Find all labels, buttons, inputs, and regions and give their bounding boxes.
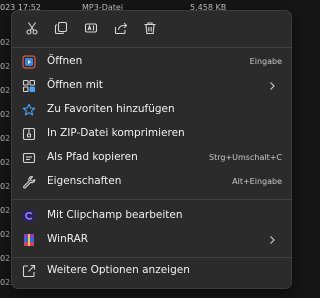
copy-button[interactable]: [49, 19, 73, 39]
menu-item-label: Zu Favoriten hinzufügen: [47, 103, 175, 115]
clipchamp-icon: [22, 209, 36, 223]
trash-icon: [143, 20, 157, 39]
menu-item-shortcut: Alt+Eingabe: [232, 177, 282, 186]
menu-item-label: Eigenschaften: [47, 175, 122, 187]
menu-item-label: Weitere Optionen anzeigen: [47, 264, 190, 276]
rename-icon: [84, 20, 98, 39]
menu-item-compress-zip[interactable]: In ZIP-Datei komprimieren: [12, 122, 291, 146]
menu-item-shortcut: Eingabe: [249, 57, 282, 66]
menu-item-label: Mit Clipchamp bearbeiten: [47, 209, 183, 221]
zip-folder-icon: [22, 127, 36, 141]
menu-item-label: In ZIP-Datei komprimieren: [47, 127, 185, 139]
menu-item-add-favorites[interactable]: Zu Favoriten hinzufügen: [12, 98, 291, 122]
chevron-right-icon: [267, 235, 277, 245]
menu-item-shortcut: Strg+Umschalt+C: [209, 153, 282, 162]
menu-item-label: WinRAR: [47, 233, 89, 245]
menu-item-label: Öffnen mit: [47, 79, 103, 91]
external-window-icon: [22, 264, 36, 278]
wrench-icon: [22, 175, 36, 189]
menu-item-properties[interactable]: Eigenschaften Alt+Eingabe: [12, 170, 291, 194]
rename-button[interactable]: [79, 19, 103, 39]
scissors-icon: [25, 20, 39, 39]
menu-item-more-options[interactable]: Weitere Optionen anzeigen: [12, 259, 291, 283]
open-with-icon: [22, 79, 36, 93]
menu-divider: [12, 257, 291, 258]
toolbar-divider: [12, 47, 291, 48]
menu-item-open[interactable]: Öffnen Eingabe: [12, 50, 291, 74]
menu-item-winrar[interactable]: WinRAR: [12, 228, 291, 252]
cut-button[interactable]: [20, 19, 44, 39]
menu-item-label: Als Pfad kopieren: [47, 151, 138, 163]
open-app-icon: [22, 55, 36, 69]
context-menu: Öffnen Eingabe Öffnen mit Zu Favoriten h…: [11, 10, 292, 289]
delete-button[interactable]: [138, 19, 162, 39]
winrar-icon: [22, 233, 36, 247]
copy-path-icon: [22, 151, 36, 165]
menu-item-clipchamp[interactable]: Mit Clipchamp bearbeiten: [12, 204, 291, 228]
copy-icon: [54, 20, 68, 39]
share-icon: [114, 20, 128, 39]
menu-item-copy-path[interactable]: Als Pfad kopieren Strg+Umschalt+C: [12, 146, 291, 170]
menu-item-open-with[interactable]: Öffnen mit: [12, 74, 291, 98]
menu-item-label: Öffnen: [47, 55, 83, 67]
star-icon: [22, 103, 36, 117]
share-button[interactable]: [109, 19, 133, 39]
menu-divider: [12, 199, 291, 200]
quick-actions-toolbar: [12, 11, 291, 47]
chevron-right-icon: [267, 81, 277, 91]
